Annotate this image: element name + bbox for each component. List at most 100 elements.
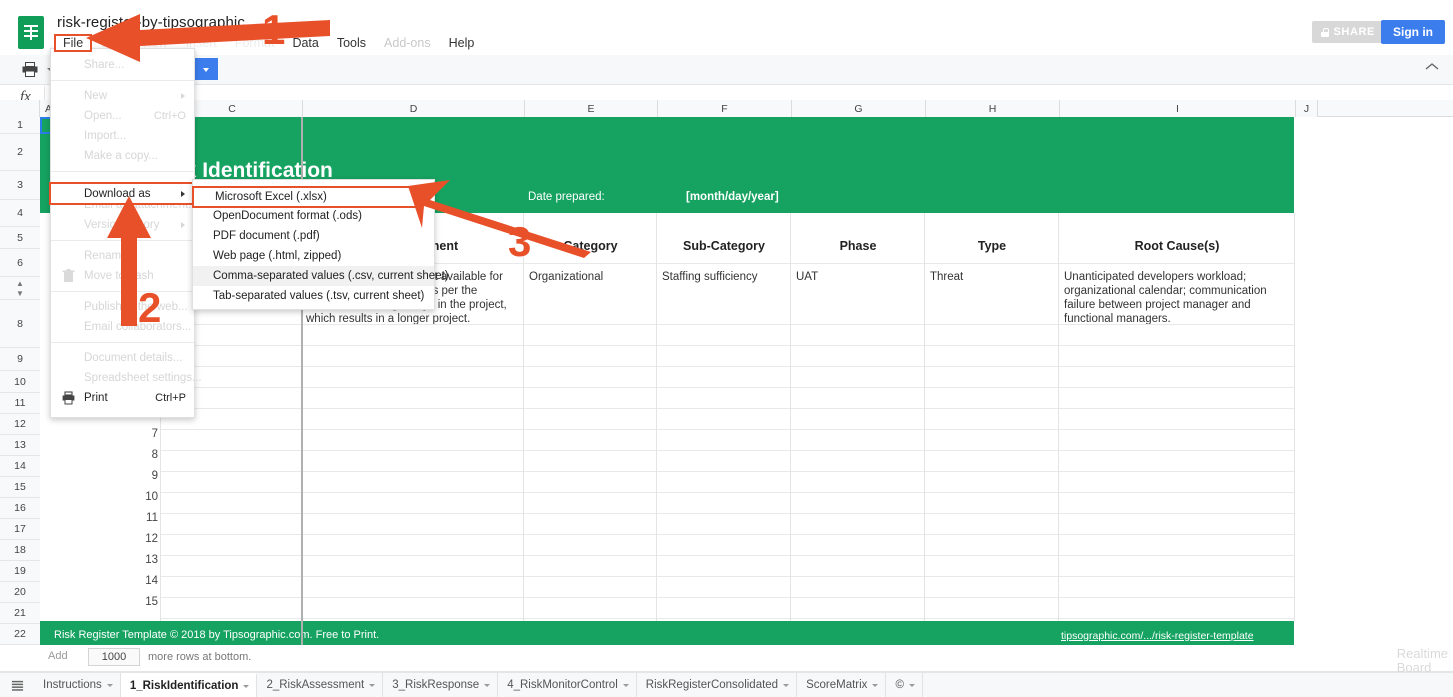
row-header-21[interactable]: 21: [0, 603, 40, 624]
cell-phase[interactable]: UAT: [796, 270, 922, 284]
row-header-22[interactable]: 22: [0, 624, 40, 645]
list-number-14[interactable]: 14: [100, 575, 158, 587]
gridline-v-fg: [790, 213, 791, 621]
row-header-15[interactable]: 15: [0, 477, 40, 498]
row-header-12[interactable]: 12: [0, 414, 40, 435]
list-number-7[interactable]: 7: [100, 428, 158, 440]
row-header-9[interactable]: 9: [0, 348, 40, 371]
collapse-down-caret[interactable]: ▼: [16, 289, 24, 298]
list-number-8[interactable]: 8: [100, 449, 158, 461]
menu-item-file[interactable]: File: [54, 34, 93, 52]
column-header-J[interactable]: J: [1296, 100, 1318, 117]
select-all-corner[interactable]: [0, 100, 40, 117]
sheet-tab-copyright[interactable]: ©: [886, 672, 923, 697]
sheet-tab-4-riskmonitorcontrol[interactable]: 4_RiskMonitorControl: [498, 672, 637, 697]
file-menu-item-version-history[interactable]: Version history: [51, 215, 194, 235]
sheet-tab-1-riskidentification[interactable]: 1_RiskIdentification: [120, 672, 258, 697]
row-header-10[interactable]: 10: [0, 371, 40, 393]
row-header-2[interactable]: 2: [0, 134, 40, 171]
footer-link[interactable]: tipsographic.com/.../risk-register-templ…: [1061, 630, 1254, 642]
file-menu-item-rename[interactable]: Rename...: [51, 246, 194, 266]
sheet-tab-scorematrix[interactable]: ScoreMatrix: [797, 672, 887, 697]
menu-item-tools[interactable]: Tools: [328, 35, 375, 51]
list-number-15[interactable]: 15: [100, 596, 158, 608]
submenu-item-microsoft-excel[interactable]: Microsoft Excel (.xlsx): [192, 186, 423, 208]
submenu-item-opendocument[interactable]: OpenDocument format (.ods): [193, 206, 434, 226]
share-button[interactable]: SHARE: [1312, 21, 1384, 43]
row-header-6[interactable]: 6: [0, 249, 40, 277]
list-number-10[interactable]: 10: [100, 491, 158, 503]
column-header-G[interactable]: G: [792, 100, 926, 117]
cell-sub-category[interactable]: Staffing sufficiency: [662, 270, 788, 284]
row-header-8[interactable]: 8: [0, 300, 40, 348]
row-collapse-handles[interactable]: ▲ ▼: [0, 277, 40, 300]
submenu-item-csv[interactable]: Comma-separated values (.csv, current sh…: [193, 266, 449, 286]
chevron-down-icon[interactable]: [369, 683, 376, 687]
row-header-19[interactable]: 19: [0, 561, 40, 582]
file-menu-item-import[interactable]: Import...: [51, 126, 194, 146]
chevron-down-icon[interactable]: [872, 683, 879, 687]
file-menu-item-email-collaborators[interactable]: Email collaborators...: [51, 317, 194, 337]
row-header-11[interactable]: 11: [0, 393, 40, 414]
cell-category[interactable]: Organizational: [529, 270, 655, 284]
sign-in-button[interactable]: Sign in: [1381, 20, 1445, 44]
print-icon[interactable]: [22, 62, 38, 77]
file-menu-item-share[interactable]: Share...: [51, 55, 194, 75]
sheet-tab-riskregisterconsolidated[interactable]: RiskRegisterConsolidated: [637, 672, 798, 697]
collapse-up-caret[interactable]: ▲: [16, 279, 24, 288]
cell-type[interactable]: Threat: [930, 270, 1056, 284]
row-header-4[interactable]: 4: [0, 200, 40, 227]
row-header-13[interactable]: 13: [0, 435, 40, 456]
sheet-tab-2-riskassessment[interactable]: 2_RiskAssessment: [257, 672, 384, 697]
add-rows-button[interactable]: Add: [48, 650, 68, 662]
file-menu-item-print[interactable]: Print Ctrl+P: [51, 388, 194, 408]
submenu-item-web-page[interactable]: Web page (.html, zipped): [193, 246, 434, 266]
chevron-down-icon[interactable]: [908, 683, 915, 687]
file-menu-item-open[interactable]: Open... Ctrl+O: [51, 106, 194, 126]
file-menu-item-spreadsheet-settings[interactable]: Spreadsheet settings...: [51, 368, 202, 388]
chevron-down-icon[interactable]: [243, 684, 250, 688]
file-menu-item-publish-web[interactable]: Publish to the web...: [51, 297, 194, 317]
hamburger-icon: [11, 680, 23, 691]
chevron-down-icon[interactable]: [106, 683, 113, 687]
chevron-down-icon[interactable]: [484, 683, 491, 687]
add-rows-count-input[interactable]: 1000: [88, 648, 140, 666]
row-header-17[interactable]: 17: [0, 519, 40, 540]
menu-item-addons[interactable]: Add-ons: [375, 35, 440, 51]
sheet-tab-instructions[interactable]: Instructions: [34, 672, 121, 697]
column-header-F[interactable]: F: [658, 100, 792, 117]
toolbar-color-button[interactable]: [193, 58, 218, 80]
all-sheets-icon[interactable]: [0, 679, 34, 692]
row-header-18[interactable]: 18: [0, 540, 40, 561]
row-header-5[interactable]: 5: [0, 227, 40, 249]
submenu-item-tsv[interactable]: Tab-separated values (.tsv, current shee…: [193, 286, 434, 306]
sheets-logo: [18, 16, 44, 49]
file-menu-item-move-to-trash[interactable]: Move to trash: [51, 266, 194, 286]
column-header-E[interactable]: E: [525, 100, 658, 117]
menu-item-help[interactable]: Help: [440, 35, 484, 51]
row-header-16[interactable]: 16: [0, 498, 40, 519]
file-menu-item-new[interactable]: New: [51, 86, 194, 106]
column-header-D[interactable]: D: [303, 100, 525, 117]
document-title[interactable]: risk-register-by-tipsographic: [57, 14, 245, 31]
row-header-3[interactable]: 3: [0, 171, 40, 200]
file-menu-item-make-a-copy[interactable]: Make a copy...: [51, 146, 194, 166]
chevron-down-icon[interactable]: [783, 683, 790, 687]
column-header-I[interactable]: I: [1060, 100, 1296, 117]
column-header-H[interactable]: H: [926, 100, 1060, 117]
cell-root-causes[interactable]: Unanticipated developers workload; organ…: [1064, 270, 1292, 326]
row-header-1[interactable]: 1: [0, 117, 40, 134]
list-number-9[interactable]: 9: [100, 470, 158, 482]
file-menu-item-document-details[interactable]: Document details...: [51, 348, 194, 368]
sheet-tab-3-riskresponse[interactable]: 3_RiskResponse: [383, 672, 499, 697]
chevron-down-icon[interactable]: [622, 683, 629, 687]
submenu-item-pdf[interactable]: PDF document (.pdf): [193, 226, 434, 246]
row-header-20[interactable]: 20: [0, 582, 40, 603]
collapse-toolbar-chevron[interactable]: [1425, 62, 1439, 71]
menu-item-data[interactable]: Data: [283, 35, 327, 51]
list-number-12[interactable]: 12: [100, 533, 158, 545]
row-header-14[interactable]: 14: [0, 456, 40, 477]
list-number-13[interactable]: 13: [100, 554, 158, 566]
list-number-11[interactable]: 11: [100, 512, 158, 524]
file-menu-item-download-as[interactable]: Download as: [49, 182, 196, 205]
